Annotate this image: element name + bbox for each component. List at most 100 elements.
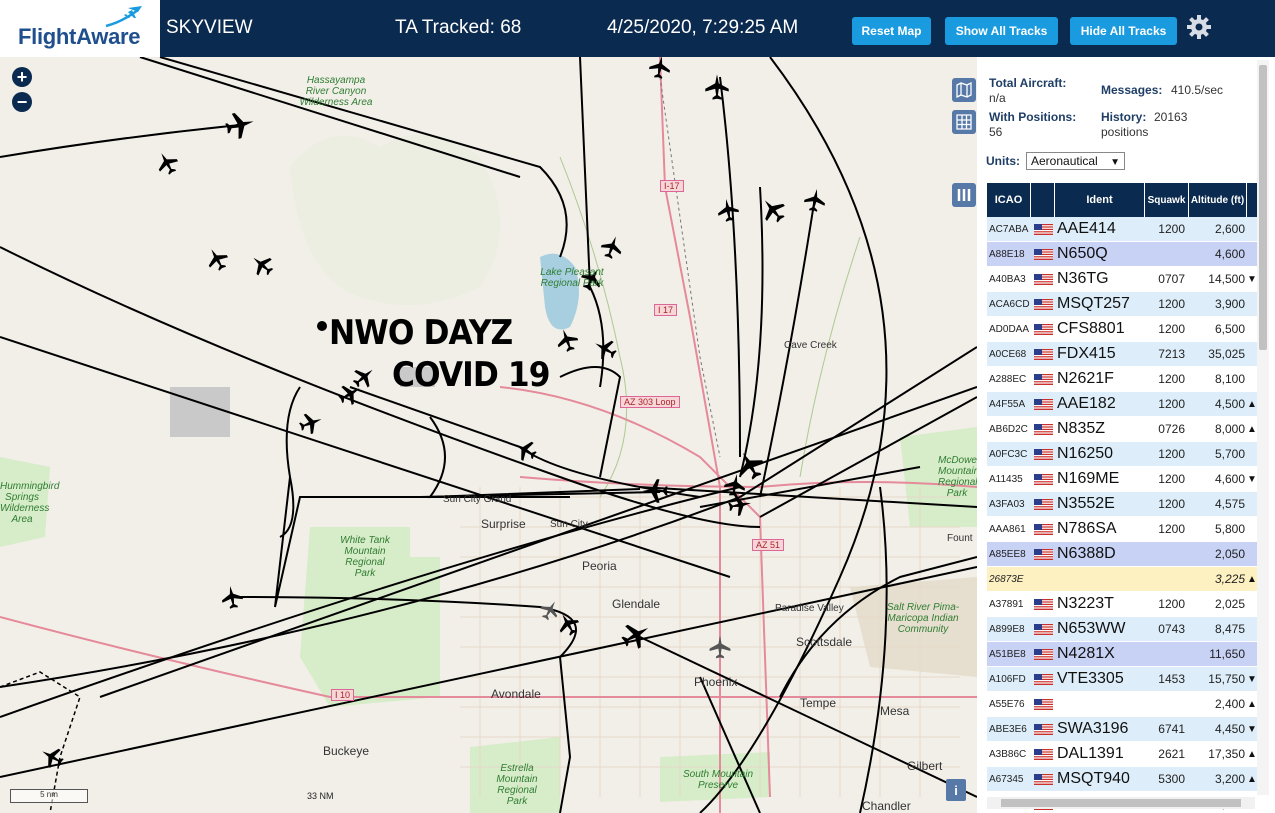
table-row[interactable]: A37891 N3223T 1200 2,025 (987, 592, 1257, 617)
zoom-out-button[interactable]: − (12, 92, 32, 112)
aircraft-table: ICAO Ident Squawk Altitude (ft) AC7ABA AA… (987, 183, 1257, 813)
icao-cell: A899E8 (989, 623, 1025, 635)
city-label-phoenix: Phoenix (694, 675, 738, 689)
squawk-cell: 1200 (1158, 222, 1185, 236)
table-row[interactable]: ABE3E6 SWA3196 6741 4,450 ▼ (987, 717, 1257, 742)
table-row[interactable]: A106FD VTE3305 1453 15,750 ▼ (987, 667, 1257, 692)
city-label-scottsdale: Scottsdale (796, 635, 853, 649)
col-header-ident[interactable]: Ident (1055, 183, 1145, 217)
ident-cell: AAE182 (1057, 395, 1116, 412)
reset-map-button[interactable]: Reset Map (852, 17, 931, 45)
altitude-cell: 4,450 (1214, 722, 1245, 736)
us-flag-icon (1031, 398, 1055, 410)
table-body: AC7ABA AAE414 1200 2,600 A88E18 N650Q 4,600 A40… (987, 217, 1257, 813)
us-flag-icon (1031, 248, 1055, 260)
altitude-trend-icon: ▼ (1247, 473, 1257, 485)
table-header: ICAO Ident Squawk Altitude (ft) (987, 183, 1257, 217)
city-label-glendale: Glendale (612, 597, 661, 611)
vertical-scrollbar[interactable] (1257, 60, 1269, 795)
col-header-altitude[interactable]: Altitude (ft) (1189, 183, 1247, 217)
squawk-cell: 1200 (1158, 372, 1185, 386)
ident-cell: N3552E (1057, 495, 1115, 512)
table-row[interactable]: A11435 N169ME 1200 4,600 ▼ (987, 467, 1257, 492)
hide-all-tracks-button[interactable]: Hide All Tracks (1070, 17, 1177, 45)
icao-cell: A0FC3C (989, 448, 1028, 460)
table-row[interactable]: A3FA03 N3552E 1200 4,575 (987, 492, 1257, 517)
table-row[interactable]: A55E76 2,400 ▲ (987, 692, 1257, 717)
table-row[interactable]: AC7ABA AAE414 1200 2,600 (987, 217, 1257, 242)
altitude-trend-icon: ▼ (1247, 673, 1257, 685)
ident-cell: AAE414 (1057, 220, 1116, 237)
app-title: SKYVIEW (166, 17, 253, 38)
squawk-cell: 6741 (1158, 722, 1185, 736)
squawk-cell: 2621 (1158, 747, 1185, 761)
ident-cell: VTE3305 (1057, 670, 1124, 687)
city-label-sun-city-grand: Sun City Grand (443, 494, 512, 505)
table-row[interactable]: A67345 MSQT940 5300 3,200 ▲ (987, 767, 1257, 792)
table-row[interactable]: A40BA3 N36TG 0707 14,500 ▼ (987, 267, 1257, 292)
altitude-cell: 2,600 (1214, 222, 1245, 236)
squawk-cell: 1200 (1158, 447, 1185, 461)
table-row[interactable]: A3B86C DAL1391 2621 17,350 ▲ (987, 742, 1257, 767)
table-row[interactable]: AAA861 N786SA 1200 5,800 (987, 517, 1257, 542)
altitude-trend-icon: ▼ (1247, 723, 1257, 735)
ident-cell: MSQT940 (1057, 770, 1130, 787)
us-flag-icon (1031, 548, 1055, 560)
altitude-cell: 4,600 (1214, 247, 1245, 261)
ident-cell: SWA3196 (1057, 720, 1129, 737)
col-header-squawk[interactable]: Squawk (1145, 183, 1189, 217)
table-row[interactable]: A4F55A AAE182 1200 4,500 ▲ (987, 392, 1257, 417)
table-row[interactable]: AD0DAA CFS8801 1200 6,500 (987, 317, 1257, 342)
table-row[interactable]: A899E8 N653WW 0743 8,475 (987, 617, 1257, 642)
map-view[interactable]: Hassayampa River Canyon Wilderness Area … (0, 57, 977, 813)
ident-cell: MSQT257 (1057, 295, 1130, 312)
column-toggle-button[interactable] (952, 183, 976, 207)
flightaware-logo[interactable]: FlightAware (0, 0, 160, 57)
icao-cell: 26873E (989, 573, 1024, 585)
table-row[interactable]: 26873E 3,225 ▲ (987, 567, 1257, 592)
map-label-hassayampa: Hassayampa River Canyon Wilderness Area (299, 75, 373, 108)
map-layers-icon (956, 82, 972, 98)
ident-cell: N786SA (1057, 520, 1117, 537)
history-label: History: (1101, 110, 1147, 124)
table-row[interactable]: A0FC3C N16250 1200 5,700 (987, 442, 1257, 467)
units-select[interactable]: Aeronautical ▼ (1026, 152, 1125, 170)
settings-gear-icon[interactable] (1186, 14, 1212, 40)
units-selected-value: Aeronautical (1031, 154, 1098, 168)
zoom-in-button[interactable]: + (12, 67, 32, 87)
map-layers-button[interactable] (952, 78, 976, 102)
table-row[interactable]: ACA6CD MSQT257 1200 3,900 (987, 292, 1257, 317)
horizontal-scrollbar[interactable] (987, 797, 1255, 809)
table-row[interactable]: A88E18 N650Q 4,600 (987, 242, 1257, 267)
us-flag-icon (1031, 623, 1055, 635)
table-row[interactable]: AB6D2C N835Z 0726 8,000 ▲ (987, 417, 1257, 442)
table-row[interactable]: A288EC N2621F 1200 8,100 (987, 367, 1257, 392)
icao-cell: ABE3E6 (989, 723, 1027, 735)
altitude-trend-icon: ▲ (1247, 423, 1257, 435)
icao-cell: AAA861 (989, 523, 1026, 535)
altitude-cell: 11,650 (1209, 647, 1245, 661)
icao-cell: A85EE8 (989, 548, 1026, 560)
altitude-cell: 5,800 (1214, 522, 1245, 536)
total-aircraft-label: Total Aircraft: (989, 76, 1067, 90)
icao-cell: A11435 (989, 473, 1023, 485)
ident-cell: CFS8801 (1057, 320, 1125, 337)
us-flag-icon (1031, 698, 1055, 710)
col-header-icao[interactable]: ICAO (987, 183, 1031, 217)
altitude-trend-icon: ▲ (1247, 573, 1257, 585)
history-value: 20163 (1154, 110, 1188, 124)
icao-cell: AD0DAA (989, 323, 1030, 335)
table-row[interactable]: A0CE68 FDX415 7213 35,025 (987, 342, 1257, 367)
info-button[interactable]: i (946, 779, 966, 801)
table-row[interactable]: A51BE8 N4281X 11,650 (987, 642, 1257, 667)
show-all-tracks-button[interactable]: Show All Tracks (945, 17, 1058, 45)
grid-toggle-button[interactable] (952, 110, 976, 134)
squawk-cell: 1200 (1158, 497, 1185, 511)
scrollbar-thumb[interactable] (1259, 65, 1267, 350)
icao-cell: A288EC (989, 373, 1027, 385)
us-flag-icon (1031, 498, 1055, 510)
us-flag-icon (1031, 273, 1055, 285)
table-row[interactable]: A85EE8 N6388D 2,050 (987, 542, 1257, 567)
scrollbar-thumb-horizontal[interactable] (1001, 799, 1241, 807)
altitude-cell: 8,000 (1214, 422, 1245, 436)
